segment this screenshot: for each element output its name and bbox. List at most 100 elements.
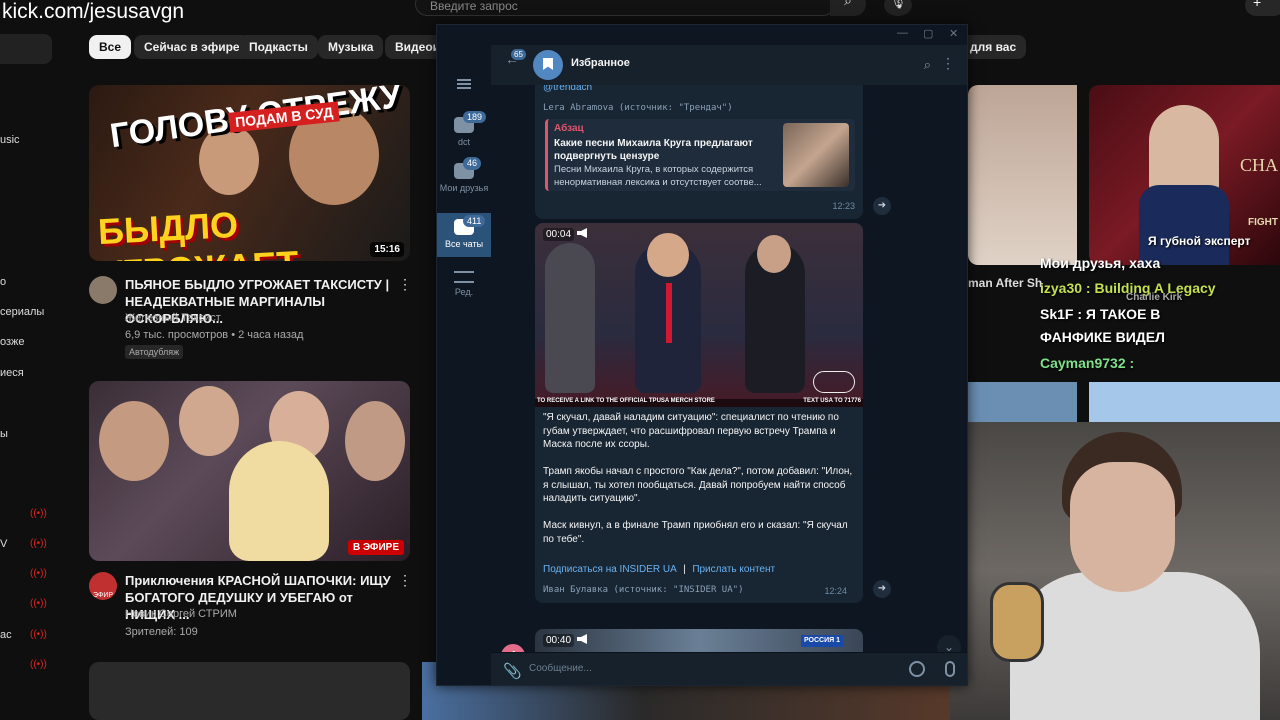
folder-rail: 189 dct 46 Мои друзья 411 Все чаты Ред.	[437, 45, 491, 685]
channel-avatar[interactable]: ЭФИР	[89, 572, 117, 600]
stream-chat-message: Sk1F : Я ТАКОЕ В	[1040, 306, 1161, 322]
video-meta: 6,9 тыс. просмотров • 2 часа назад	[125, 329, 304, 341]
search-icon[interactable]: ⌕	[830, 0, 866, 16]
message-input[interactable]	[529, 663, 889, 674]
video-thumbnail[interactable]: ГОЛОВУ ОТРЕЖУ ПОДАМ В СУД БЫДЛО УГРОЖАЕТ…	[89, 85, 410, 261]
video-thumbnail[interactable]	[968, 85, 1077, 265]
sidebar-item[interactable]: ы	[0, 428, 8, 440]
more-options-icon[interactable]: ⋮	[398, 276, 412, 293]
live-icon: ((•))	[30, 598, 47, 609]
chevron-down-icon[interactable]: ⌄	[937, 635, 961, 652]
folder-label: Ред.	[454, 287, 474, 297]
microphone-icon	[990, 582, 1044, 662]
sidebar-item[interactable]: V	[0, 538, 7, 550]
preview-source: Абзац	[554, 123, 584, 134]
message-list[interactable]: @trendach Lera Abramova (источник: "Трен…	[491, 85, 967, 652]
unread-badge: 189	[463, 111, 487, 123]
mute-icon[interactable]	[577, 634, 587, 644]
video-title[interactable]: man After Sh	[968, 276, 1042, 290]
forwarded-from[interactable]: Lera Abramova (источник: "Трендач")	[543, 103, 733, 113]
chip-for-you[interactable]: для вас	[960, 35, 1027, 59]
avatar[interactable]: J	[501, 644, 525, 652]
thumbnail-person	[99, 401, 169, 481]
video-thumbnail[interactable]	[89, 662, 410, 720]
thumbnail-text: БЫДЛО УГРОЖАЕТ	[97, 203, 299, 261]
video-person	[647, 233, 689, 277]
sidebar-item-liked[interactable]: иеся	[0, 367, 24, 379]
channel-name[interactable]: Новик Сергей СТРИМ	[125, 608, 237, 620]
link-separator: |	[683, 564, 686, 575]
video-thumbnail[interactable]: В ЭФИРЕ	[89, 381, 410, 561]
forward-icon[interactable]: ➜	[873, 197, 891, 215]
message-link[interactable]: @trendach	[543, 85, 592, 93]
video-person	[545, 243, 595, 393]
sidebar-item-watch-later[interactable]: озже	[0, 336, 25, 348]
streamer-body	[1010, 572, 1260, 720]
streamer-webcam	[950, 422, 1280, 720]
chat-title[interactable]: Избранное	[571, 57, 630, 69]
stream-chat-message: ФАНФИКЕ ВИДЕЛ	[1040, 329, 1165, 345]
maximize-icon[interactable]: ▢	[923, 27, 933, 40]
live-icon: ((•))	[30, 508, 47, 519]
bookmark-icon[interactable]	[533, 50, 563, 80]
unread-badge: 411	[463, 215, 486, 227]
chip-podcasts[interactable]: Подкасты	[239, 35, 318, 59]
live-icon: ((•))	[30, 538, 47, 549]
folder-edit[interactable]: Ред.	[437, 271, 491, 307]
window-titlebar[interactable]: — ▢ ✕	[437, 25, 967, 45]
emoji-icon[interactable]	[909, 661, 925, 677]
video-thumbnail[interactable]	[968, 382, 1077, 422]
forward-icon[interactable]: ➜	[873, 580, 891, 598]
channel-name[interactable]: Железный Таксист	[125, 312, 221, 324]
streamer-face	[1070, 462, 1175, 592]
video-caption-bar: TO RECEIVE A LINK TO THE OFFICIAL TPUSA …	[535, 398, 863, 407]
video-message[interactable]: 00:40 РОССИЯ 1	[535, 629, 863, 652]
chip-live[interactable]: Сейчас в эфире	[134, 35, 250, 59]
more-options-icon[interactable]: ⋮	[941, 55, 955, 72]
folder-dct[interactable]: 189 dct	[437, 111, 491, 157]
send-content-link[interactable]: Прислать контент	[692, 564, 775, 575]
video-caption: TO RECEIVE A LINK TO THE OFFICIAL TPUSA …	[537, 398, 715, 404]
mute-icon[interactable]	[577, 228, 587, 238]
preview-title: Какие песни Михаила Круга предлагают под…	[554, 138, 753, 162]
sidebar-item[interactable]: ас	[0, 629, 12, 641]
sidebar-item-music[interactable]: usic	[0, 134, 20, 146]
search-icon[interactable]: ⌕	[924, 57, 931, 73]
stream-url-overlay: kick.com/jesusavgn	[2, 0, 185, 23]
chip-music[interactable]: Музыка	[318, 35, 384, 59]
forwarded-from[interactable]: Иван Булавка (источник: "INSIDER UA")	[543, 585, 743, 595]
video-message[interactable]: TO RECEIVE A LINK TO THE OFFICIAL TPUSA …	[535, 223, 863, 407]
folder-my-friends[interactable]: 46 Мои друзья	[437, 157, 491, 207]
more-options-icon[interactable]: ⋮	[398, 572, 412, 589]
link-preview[interactable]: Абзац Какие песни Михаила Круга предлага…	[545, 119, 855, 191]
message-bubble[interactable]: TO RECEIVE A LINK TO THE OFFICIAL TPUSA …	[535, 223, 863, 603]
message-links: Подписаться на INSIDER UA | Прислать кон…	[543, 559, 775, 577]
sidebar-item[interactable]: о	[0, 276, 6, 288]
paperclip-icon[interactable]: 📎	[503, 662, 522, 680]
video-thumbnail[interactable]	[1089, 382, 1280, 422]
folder-label: dct	[457, 137, 470, 147]
voice-message-icon[interactable]	[945, 661, 955, 677]
minimize-icon[interactable]: —	[897, 27, 908, 39]
youtube-search-input[interactable]: Введите запрос	[415, 0, 835, 16]
close-icon[interactable]: ✕	[949, 27, 958, 40]
sidebar-item-series[interactable]: сериалы	[0, 306, 44, 318]
hamburger-menu-icon[interactable]	[457, 79, 471, 89]
subscribe-link[interactable]: Подписаться на INSIDER UA	[543, 564, 677, 575]
message-time: 12:23	[832, 201, 855, 211]
autodub-badge: Автодубляж	[125, 345, 184, 359]
message-text: Трамп якобы начал с простого "Как дела?"…	[543, 466, 853, 504]
message-bubble[interactable]: @trendach Lera Abramova (источник: "Трен…	[535, 85, 863, 219]
folder-all-chats[interactable]: 411 Все чаты	[437, 213, 491, 257]
message-text: "Я скучал, давай наладим ситуацию": спец…	[543, 412, 839, 450]
back-arrow-icon[interactable]: ← 65	[505, 49, 526, 67]
video-person	[757, 235, 791, 273]
create-button[interactable]: +	[1245, 0, 1280, 16]
microphone-icon[interactable]: 🎙	[884, 0, 912, 16]
stream-chat-message: Мои друзья, хаха	[1040, 255, 1161, 271]
sidebar-active-item[interactable]	[0, 34, 52, 64]
channel-avatar[interactable]	[89, 276, 117, 304]
preview-image	[783, 123, 849, 187]
channel-logo: РОССИЯ 1	[801, 635, 843, 647]
chip-all[interactable]: Все	[89, 35, 132, 59]
